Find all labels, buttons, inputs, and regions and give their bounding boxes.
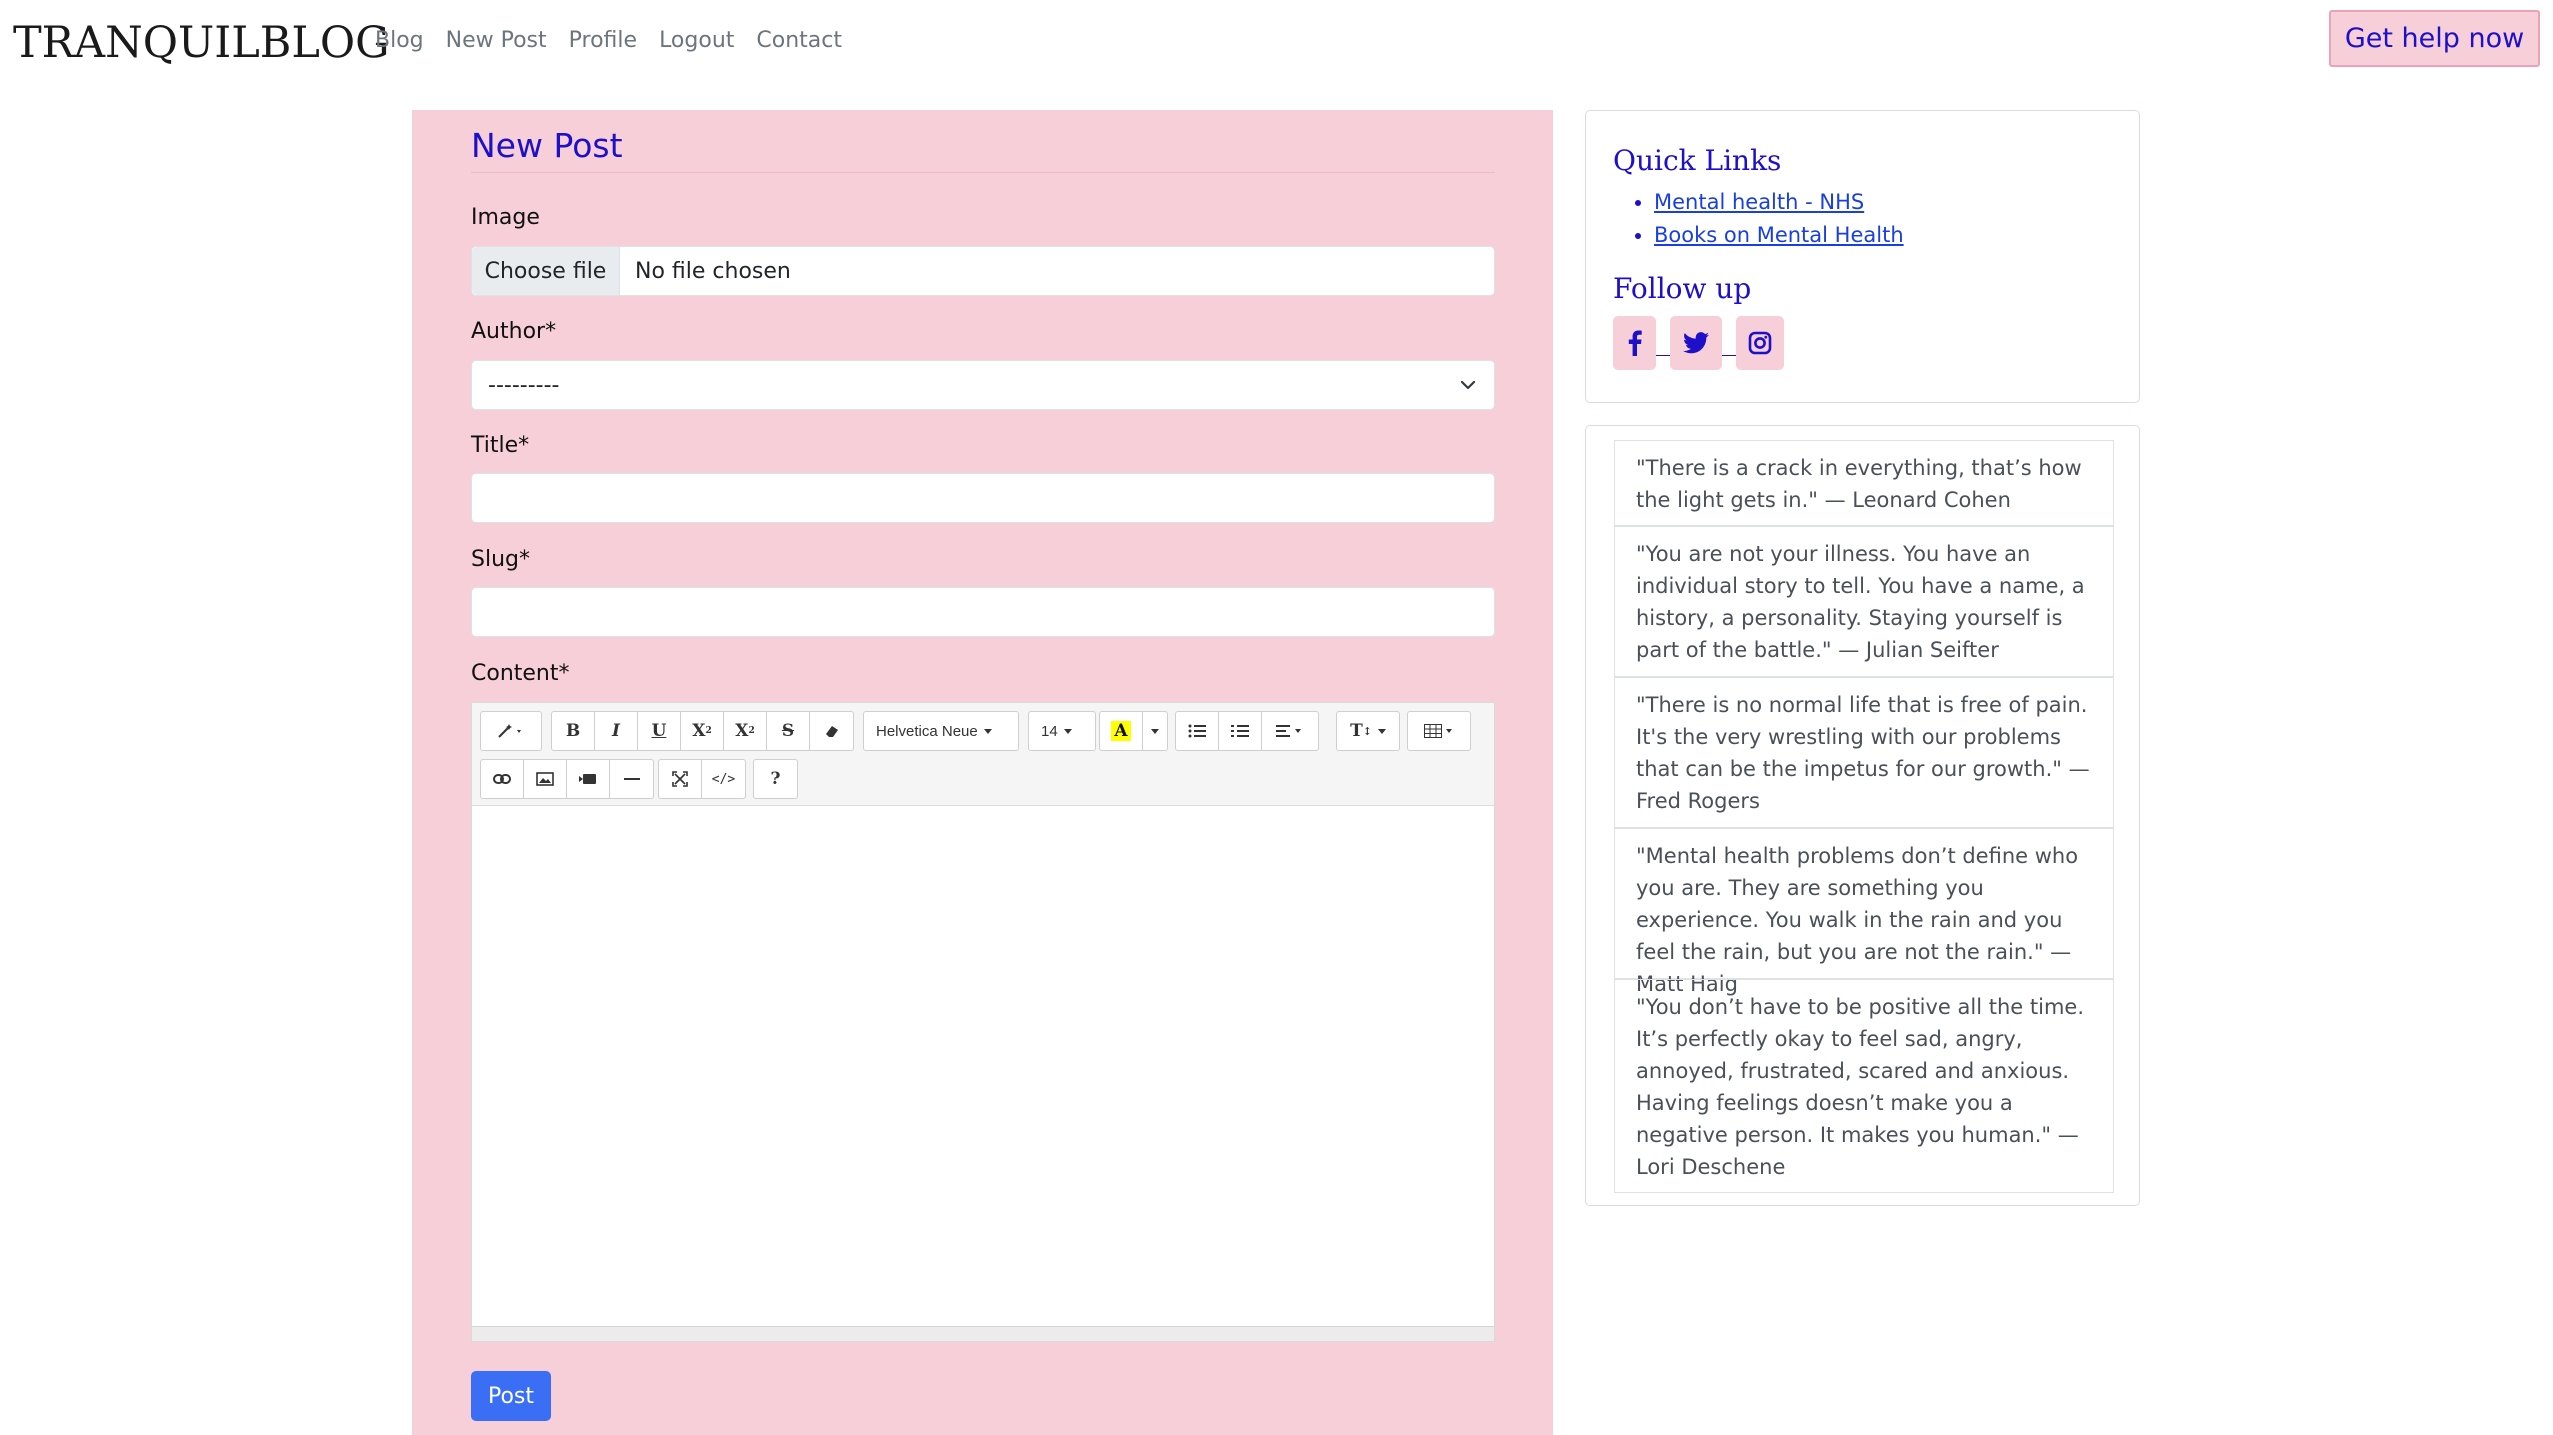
line-height-icon[interactable]: T ↕	[1337, 712, 1399, 750]
link-icon[interactable]	[481, 760, 524, 798]
quote-item: "You don’t have to be positive all the t…	[1614, 979, 2114, 1193]
title-label: Title*	[471, 433, 530, 458]
twitter-icon[interactable]	[1670, 316, 1722, 370]
author-label: Author*	[471, 319, 557, 344]
nav-contact[interactable]: Contact	[756, 28, 842, 53]
content-editor: B I U X2 X2 S Helvetica Neue 14 A T ↕ </…	[471, 702, 1495, 1342]
help-group: ?	[753, 759, 798, 799]
title-input[interactable]	[471, 473, 1495, 523]
quotes-card: "There is a crack in everything, that’s …	[1585, 425, 2140, 1206]
file-status-text: No file chosen	[635, 259, 791, 284]
horizontal-rule-icon[interactable]	[610, 760, 653, 798]
font-name-value: Helvetica Neue	[876, 722, 978, 740]
quote-item: "You are not your illness. You have an i…	[1614, 526, 2114, 677]
font-style-group: B I U X2 X2 S	[551, 711, 854, 751]
main-nav: Blog New Post Profile Logout Contact	[375, 28, 842, 53]
video-icon[interactable]	[567, 760, 610, 798]
color-caret-icon[interactable]	[1143, 712, 1167, 750]
choose-file-button[interactable]: Choose file	[472, 247, 620, 295]
nav-profile[interactable]: Profile	[569, 28, 637, 53]
image-label: Image	[471, 205, 540, 230]
picture-icon[interactable]	[524, 760, 567, 798]
subscript-icon[interactable]: X2	[724, 712, 767, 750]
bold-icon[interactable]: B	[552, 712, 595, 750]
quote-item: "There is no normal life that is free of…	[1614, 677, 2114, 828]
align-icon[interactable]	[1262, 712, 1318, 750]
font-name-dropdown[interactable]: Helvetica Neue	[863, 711, 1019, 751]
list-item: Mental health - NHS	[1654, 186, 1904, 219]
follow-up-title: Follow up	[1613, 272, 1752, 305]
table-group	[1407, 711, 1471, 751]
italic-icon[interactable]: I	[595, 712, 638, 750]
content-label: Content*	[471, 661, 570, 686]
nav-new-post[interactable]: New Post	[446, 28, 547, 53]
nav-blog[interactable]: Blog	[375, 28, 424, 53]
chevron-down-icon	[1460, 380, 1476, 390]
post-submit-button[interactable]: Post	[471, 1371, 551, 1421]
superscript-icon[interactable]: X2	[681, 712, 724, 750]
social-separator	[1656, 316, 1670, 370]
font-size-value: 14	[1041, 722, 1058, 740]
quote-item: "Mental health problems don’t define who…	[1614, 828, 2114, 996]
magic-icon[interactable]	[481, 712, 541, 750]
color-group: A	[1099, 711, 1168, 751]
paragraph-group	[1175, 711, 1319, 751]
height-group: T ↕	[1336, 711, 1400, 751]
get-help-button[interactable]: Get help now	[2329, 10, 2540, 67]
nav-logout[interactable]: Logout	[659, 28, 734, 53]
link-books[interactable]: Books on Mental Health	[1654, 223, 1904, 247]
author-select[interactable]: ---------	[471, 360, 1495, 410]
image-file-input[interactable]: Choose file No file chosen	[471, 246, 1495, 296]
site-brand[interactable]: TRANQUILBLOG	[13, 18, 390, 68]
slug-input[interactable]	[471, 587, 1495, 637]
list-item: Books on Mental Health	[1654, 219, 1904, 252]
quick-links-card: Quick Links Mental health - NHS Books on…	[1585, 110, 2140, 403]
form-title: New Post	[471, 126, 623, 165]
ordered-list-icon[interactable]	[1219, 712, 1262, 750]
view-group: </>	[658, 759, 746, 799]
social-separator	[1722, 316, 1736, 370]
fullscreen-icon[interactable]	[659, 760, 702, 798]
facebook-icon[interactable]	[1613, 316, 1656, 370]
strikethrough-icon[interactable]: S	[767, 712, 810, 750]
link-nhs[interactable]: Mental health - NHS	[1654, 190, 1864, 214]
help-icon[interactable]: ?	[754, 760, 797, 798]
author-selected-value: ---------	[488, 373, 560, 398]
unordered-list-icon[interactable]	[1176, 712, 1219, 750]
editor-resize-bar[interactable]	[472, 1326, 1494, 1341]
editor-toolbar: B I U X2 X2 S Helvetica Neue 14 A T ↕ </…	[472, 703, 1494, 806]
table-icon[interactable]	[1408, 712, 1470, 750]
code-view-icon[interactable]: </>	[702, 760, 745, 798]
insert-group	[480, 759, 654, 799]
underline-icon[interactable]: U	[638, 712, 681, 750]
font-color-icon[interactable]: A	[1100, 712, 1143, 750]
quick-links-list: Mental health - NHS Books on Mental Heal…	[1626, 186, 1904, 252]
quote-item: "There is a crack in everything, that’s …	[1614, 440, 2114, 526]
title-divider	[471, 172, 1495, 173]
font-size-dropdown[interactable]: 14	[1028, 711, 1096, 751]
quick-links-title: Quick Links	[1613, 144, 1782, 177]
social-links	[1613, 316, 1784, 370]
slug-label: Slug*	[471, 547, 530, 572]
style-group	[480, 711, 542, 751]
eraser-icon[interactable]	[810, 712, 853, 750]
editor-content-area[interactable]	[472, 806, 1494, 1326]
instagram-icon[interactable]	[1736, 316, 1784, 370]
